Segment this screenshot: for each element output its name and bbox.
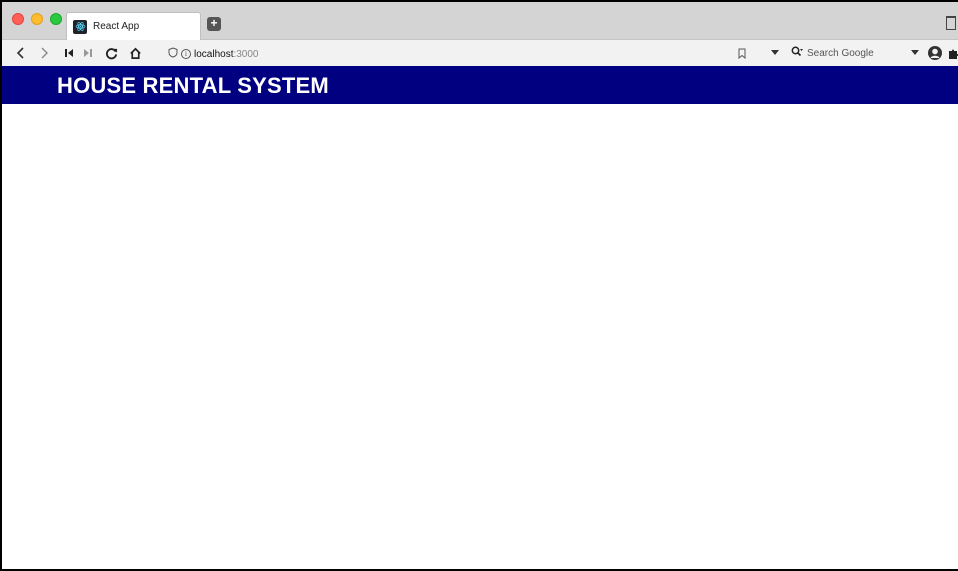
address-bar[interactable]: i localhost :3000 bbox=[168, 47, 259, 61]
search-placeholder: Search Google bbox=[807, 47, 874, 59]
home-icon[interactable] bbox=[128, 45, 142, 61]
navigation-toolbar: i localhost :3000 Search Google bbox=[2, 40, 958, 66]
react-icon bbox=[73, 19, 87, 34]
puzzle-icon[interactable] bbox=[948, 45, 958, 61]
browser-window: React App + i localhost :3000 Search Goo… bbox=[0, 0, 958, 571]
window-controls bbox=[12, 13, 62, 25]
skip-forward-icon[interactable] bbox=[82, 45, 94, 61]
chevron-down-icon[interactable] bbox=[770, 45, 780, 61]
tab-react-app[interactable]: React App bbox=[66, 12, 201, 40]
chevron-right-icon[interactable] bbox=[38, 45, 50, 61]
search-engine-dropdown[interactable] bbox=[910, 45, 920, 61]
url-host: localhost bbox=[194, 48, 234, 60]
zoom-window-button[interactable] bbox=[50, 13, 62, 25]
site-header: HOUSE RENTAL SYSTEM bbox=[2, 66, 958, 104]
tab-strip: React App + bbox=[2, 2, 958, 40]
search-icon bbox=[791, 46, 803, 60]
page-title: HOUSE RENTAL SYSTEM bbox=[57, 73, 329, 98]
plus-icon[interactable]: + bbox=[207, 17, 221, 31]
close-window-button[interactable] bbox=[12, 13, 24, 25]
bookmark-icon[interactable] bbox=[737, 45, 747, 61]
shield-icon[interactable] bbox=[168, 47, 178, 61]
chevron-left-icon[interactable] bbox=[14, 45, 26, 61]
minimize-window-button[interactable] bbox=[31, 13, 43, 25]
info-icon[interactable]: i bbox=[181, 49, 191, 59]
page-content bbox=[2, 104, 958, 569]
url-port: :3000 bbox=[233, 48, 259, 60]
search-box[interactable]: Search Google bbox=[791, 46, 874, 60]
account-icon[interactable] bbox=[927, 45, 943, 61]
tab-title: React App bbox=[93, 21, 140, 32]
trash-icon[interactable] bbox=[946, 16, 956, 30]
skip-back-icon[interactable] bbox=[63, 45, 75, 61]
reload-icon[interactable] bbox=[104, 45, 118, 61]
